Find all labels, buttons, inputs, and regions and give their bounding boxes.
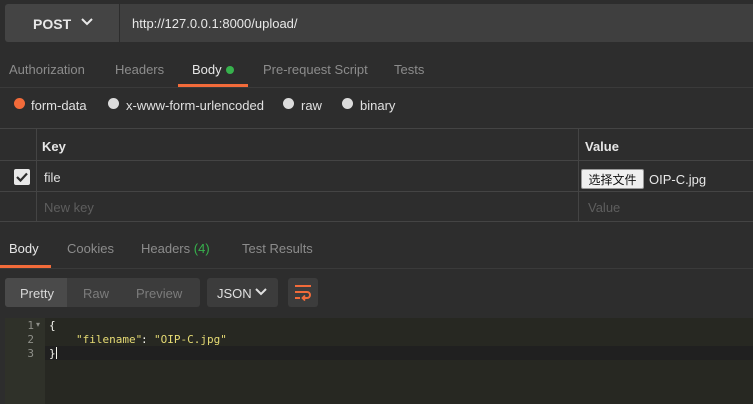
radio-raw[interactable] bbox=[283, 98, 294, 109]
response-tab-cookies[interactable]: Cookies bbox=[67, 241, 114, 256]
response-body-editor[interactable] bbox=[5, 318, 753, 404]
table-border bbox=[0, 221, 753, 222]
json-value: "OIP-C.jpg" bbox=[154, 333, 227, 346]
view-raw-button[interactable]: Raw bbox=[83, 286, 109, 301]
wrap-lines-button[interactable] bbox=[288, 278, 318, 307]
table-border bbox=[0, 128, 753, 129]
chevron-down-icon bbox=[81, 18, 93, 26]
selected-filename: OIP-C.jpg bbox=[649, 172, 707, 187]
column-header-value: Value bbox=[585, 139, 619, 154]
line-number: 1 bbox=[27, 319, 34, 332]
method-select[interactable]: POST bbox=[5, 4, 119, 42]
line-number: 2 bbox=[27, 333, 34, 346]
tab-body[interactable]: Body bbox=[192, 62, 222, 77]
code-open-brace: { bbox=[49, 319, 56, 332]
radio-label-urlencoded[interactable]: x-www-form-urlencoded bbox=[126, 98, 264, 113]
radio-urlencoded[interactable] bbox=[108, 98, 119, 109]
active-line-highlight bbox=[45, 346, 753, 360]
column-header-key: Key bbox=[42, 139, 66, 154]
table-column-divider bbox=[36, 128, 37, 221]
choose-file-button[interactable]: 选择文件 bbox=[581, 169, 644, 189]
new-value-input[interactable]: Value bbox=[588, 200, 620, 215]
divider bbox=[0, 87, 753, 88]
table-column-divider bbox=[578, 128, 579, 221]
response-tab-test-results[interactable]: Test Results bbox=[242, 241, 313, 256]
tab-headers[interactable]: Headers bbox=[115, 62, 164, 77]
code-close-brace: } bbox=[49, 347, 56, 360]
tab-authorization[interactable]: Authorization bbox=[9, 62, 85, 77]
new-key-input[interactable]: New key bbox=[44, 200, 94, 215]
divider bbox=[0, 268, 753, 269]
wrap-lines-icon bbox=[295, 285, 311, 301]
url-text: http://127.0.0.1:8000/upload/ bbox=[132, 16, 298, 31]
response-tab-headers-label: Headers bbox=[141, 241, 191, 256]
table-border bbox=[0, 191, 753, 192]
tab-tests[interactable]: Tests bbox=[394, 62, 424, 77]
text-cursor bbox=[56, 347, 57, 359]
tab-pre-request-script[interactable]: Pre-request Script bbox=[263, 62, 368, 77]
line-number: 3 bbox=[27, 347, 34, 360]
radio-label-binary[interactable]: binary bbox=[360, 98, 395, 113]
radio-label-raw[interactable]: raw bbox=[301, 98, 322, 113]
view-pretty-label[interactable]: Pretty bbox=[20, 286, 54, 301]
radio-form-data[interactable] bbox=[14, 98, 25, 109]
table-border bbox=[0, 160, 753, 161]
headers-count-badge: (4) bbox=[193, 241, 210, 256]
view-preview-button[interactable]: Preview bbox=[136, 286, 182, 301]
key-cell[interactable]: file bbox=[44, 170, 61, 185]
radio-label-form-data[interactable]: form-data bbox=[31, 98, 87, 113]
json-key: "filename" bbox=[76, 333, 143, 346]
body-active-dot bbox=[226, 66, 234, 74]
method-label: POST bbox=[33, 16, 72, 32]
format-label[interactable]: JSON bbox=[217, 286, 252, 301]
url-input[interactable]: http://127.0.0.1:8000/upload/ bbox=[120, 4, 753, 42]
json-colon: : bbox=[141, 333, 148, 346]
chevron-down-icon bbox=[255, 288, 267, 296]
radio-binary[interactable] bbox=[342, 98, 353, 109]
checkmark-icon bbox=[16, 172, 28, 183]
response-tab-headers[interactable]: Headers (4) bbox=[141, 241, 210, 256]
row-enabled-checkbox[interactable] bbox=[14, 169, 30, 185]
fold-arrow-icon[interactable]: ▾ bbox=[36, 320, 40, 329]
response-tab-body[interactable]: Body bbox=[9, 241, 39, 256]
